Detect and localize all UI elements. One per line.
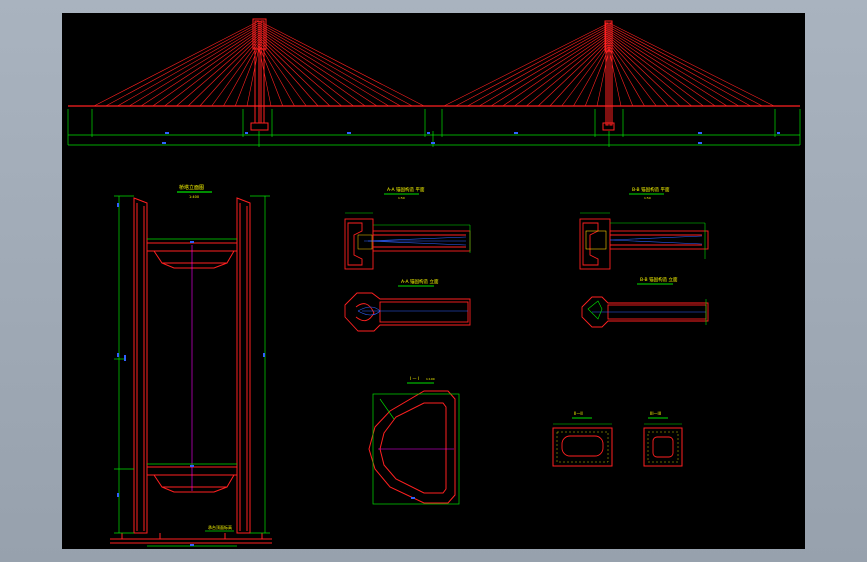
stay-cable [596, 48, 610, 107]
stay-cable [608, 34, 704, 107]
drawing-canvas[interactable]: 桥塔立面图 1:400 承台顶面标高 A-A 锚固构造 平面 1:50 A-A … [62, 13, 805, 549]
section-3-outline [643, 427, 683, 467]
stay-cable [93, 20, 260, 107]
stay-cable [258, 20, 425, 107]
stay-cable [258, 32, 354, 107]
tower-leg-right [236, 197, 251, 534]
bridge-elevation [67, 18, 801, 147]
stay-cable [258, 44, 284, 107]
section-1-drawing: I — I 1:100 [368, 376, 460, 505]
stay-cable [258, 22, 413, 107]
stay-cable [608, 24, 763, 107]
tower-elevation-scale: 1:400 [189, 195, 199, 199]
stay-cable [258, 40, 307, 107]
section-1-title: I — I [410, 376, 419, 381]
anchor-a-elev-title: A-A 锚固构造 立面 [401, 278, 439, 285]
section-3-drawing: III—III [643, 411, 683, 467]
tower-elevation-title: 桥塔立面图 [179, 184, 204, 191]
stay-cable [608, 22, 775, 107]
stay-cable [537, 38, 610, 107]
stay-cable [246, 46, 260, 107]
stay-cable [164, 32, 260, 107]
tower-elevation-drawing: 桥塔立面图 1:400 承台顶面标高 [110, 184, 272, 547]
stay-cable [105, 22, 260, 107]
stay-cable [479, 28, 610, 107]
stay-cables-right [443, 22, 775, 107]
stay-cable [608, 38, 681, 107]
stay-cable [455, 24, 610, 107]
stay-cable [502, 32, 610, 107]
section-1-scale: 1:100 [426, 377, 435, 381]
pylon-right [602, 20, 615, 131]
section-2-title: II—II [574, 411, 583, 416]
anchor-a-plan-title: A-A 锚固构造 平面 [387, 186, 425, 193]
stay-cable [258, 30, 366, 107]
stay-cable [526, 36, 610, 107]
stay-cable [608, 32, 716, 107]
section-3-title: III—III [650, 411, 661, 416]
stay-cable [258, 24, 401, 107]
section-2-drawing: II—II [552, 411, 613, 467]
stay-cable [467, 26, 610, 107]
anchor-b-plan-title: B-B 锚固构造 平面 [632, 186, 670, 193]
anchor-detail-b: B-B 锚固构造 平面 1:50 B-B 锚固构造 立面 [579, 186, 709, 328]
anchor-b-elev-title: B-B 锚固构造 立面 [640, 276, 678, 283]
anchor-detail-a: A-A 锚固构造 平面 1:50 A-A 锚固构造 立面 [344, 186, 471, 332]
stay-cable [514, 34, 610, 107]
bottom-note: 承台顶面标高 [208, 524, 232, 530]
stay-cable [211, 40, 260, 107]
stay-cable [608, 46, 634, 107]
stay-cable [584, 46, 610, 107]
anchor-a-plan-scale: 1:50 [398, 196, 405, 200]
footing-right [224, 533, 263, 540]
stay-cable [608, 48, 622, 107]
section-1-outline [368, 390, 456, 504]
stay-cable [443, 22, 610, 107]
stay-cable [608, 26, 751, 107]
footing-left [121, 533, 161, 540]
stay-cable [117, 24, 260, 107]
stay-cable [608, 28, 739, 107]
stay-cable [608, 36, 692, 107]
stay-cable [152, 30, 260, 107]
anchor-b-plan-scale: 1:50 [644, 196, 651, 200]
elevation-dimensions [67, 109, 801, 147]
tower-leg-left [133, 197, 148, 534]
